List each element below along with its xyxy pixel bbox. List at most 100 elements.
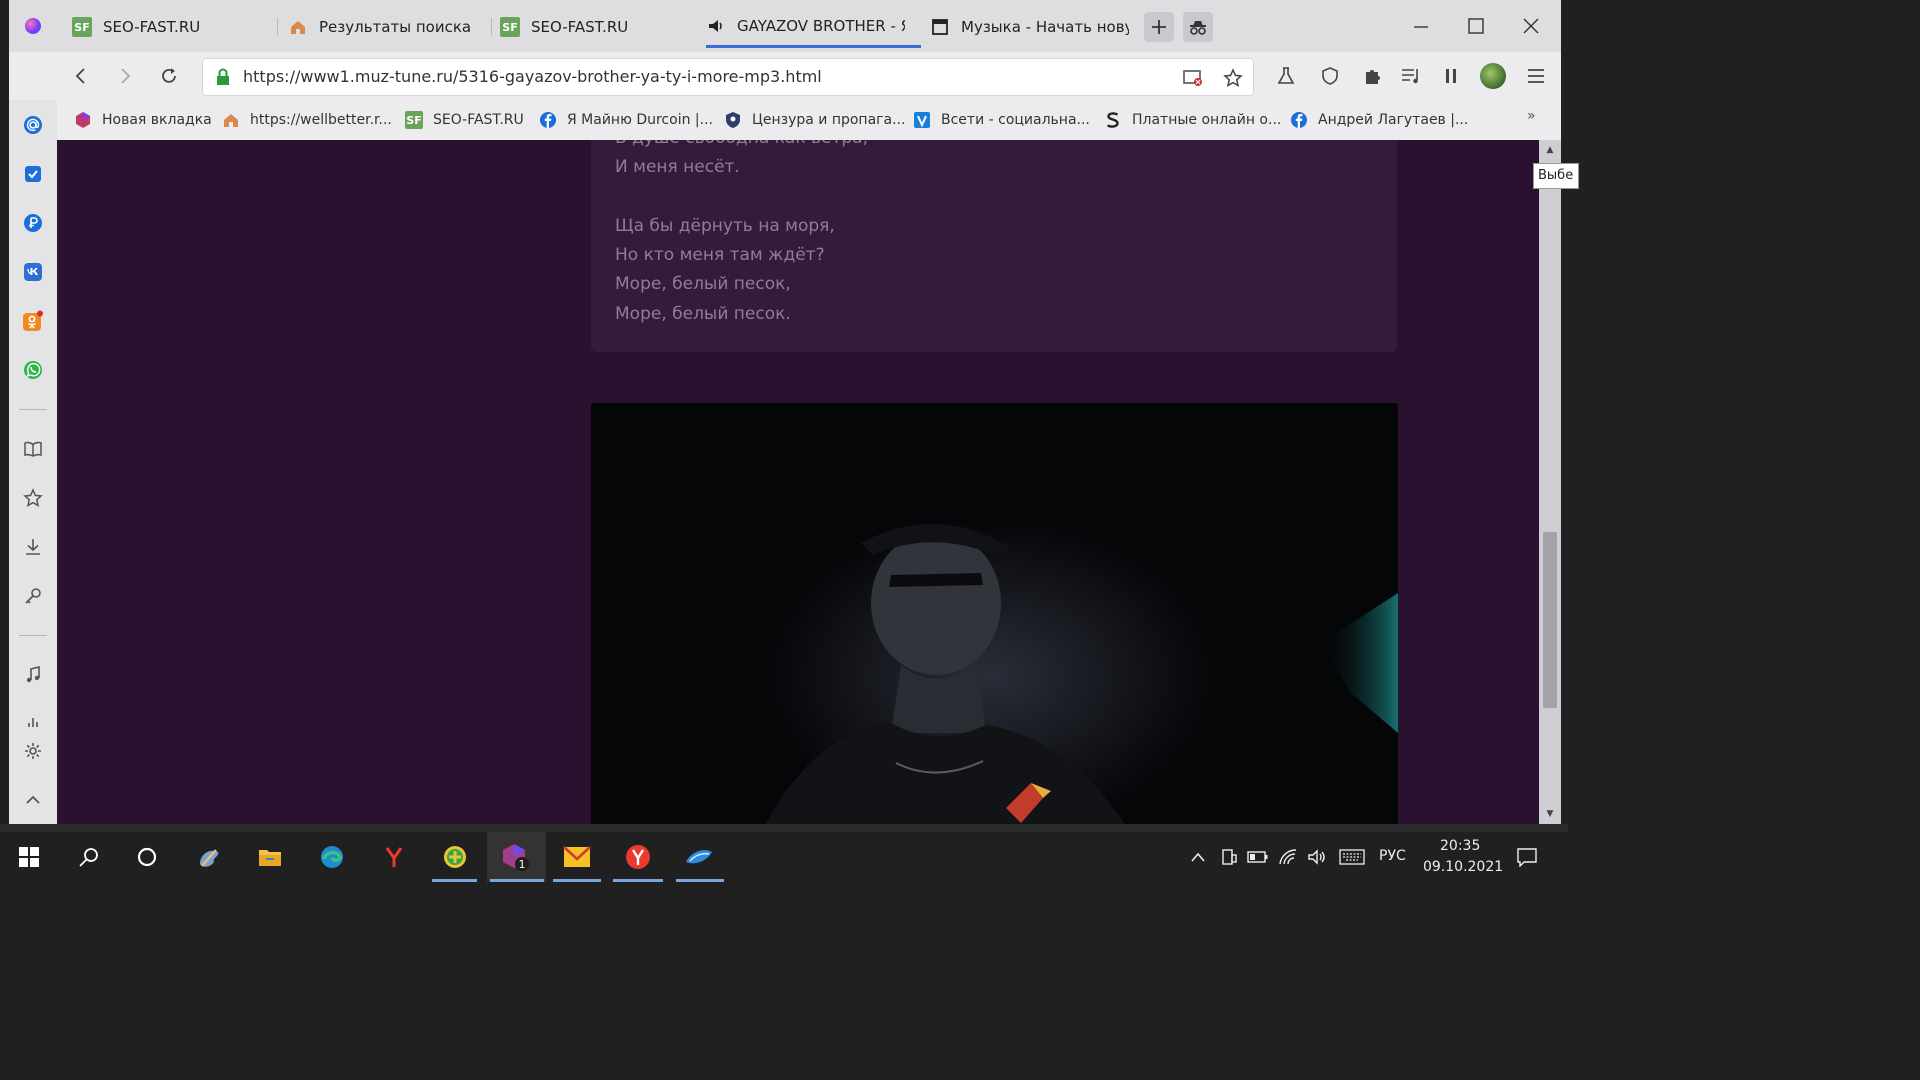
bookmark-label: Новая вкладка [102, 112, 212, 128]
wallet-icon[interactable] [22, 212, 44, 234]
bookmark-item[interactable]: Платные онлайн о... [1104, 106, 1281, 134]
favorites-star-icon[interactable] [22, 487, 44, 509]
page-scrollbar[interactable]: ▲ ▼ [1539, 140, 1561, 824]
tray-device-icon[interactable] [1218, 846, 1240, 868]
url-text[interactable]: https://www1.muz-tune.ru/5316-gayazov-br… [243, 67, 822, 86]
forward-button[interactable] [109, 60, 141, 92]
tab-search-results[interactable]: Результаты поиска [288, 6, 488, 48]
address-bar[interactable]: https://www1.muz-tune.ru/5316-gayazov-br… [202, 58, 1254, 96]
volume-icon[interactable] [1306, 846, 1328, 868]
extensions-puzzle-icon[interactable] [1360, 64, 1384, 88]
running-app-indicator [613, 879, 663, 882]
windows-start-icon[interactable] [14, 842, 44, 872]
browser-logo-icon[interactable] [25, 18, 41, 34]
search-icon[interactable] [74, 842, 104, 872]
keyboard-icon[interactable] [1338, 846, 1366, 868]
yandex-icon[interactable] [623, 842, 653, 872]
reading-book-icon[interactable] [22, 438, 44, 460]
taskbar: 1 РУС 20:35 09.10.2021 [0, 832, 1568, 882]
bookmark-label: Цензура и пропага... [752, 112, 906, 128]
profile-avatar[interactable] [1480, 63, 1506, 89]
bookmark-item[interactable]: SF SEO-FAST.RU [405, 106, 524, 134]
playlist-icon[interactable] [1399, 64, 1423, 88]
tab-separator [491, 18, 492, 36]
shield-icon[interactable] [1318, 64, 1342, 88]
yandex-browser-icon[interactable] [379, 842, 409, 872]
edge-browser-icon[interactable] [317, 842, 347, 872]
bookmark-label: Андрей Лагутаев |... [1318, 112, 1469, 128]
clock-date[interactable]: 09.10.2021 [1423, 859, 1503, 875]
running-app-indicator [432, 879, 477, 882]
bookmark-item[interactable]: https://wellbetter.r... [222, 106, 392, 134]
s-icon [1104, 111, 1122, 129]
bookmark-item[interactable]: Цензура и пропага... [724, 106, 905, 134]
running-app-indicator [676, 879, 724, 882]
paint-palette-icon[interactable] [194, 842, 224, 872]
scroll-up-icon[interactable]: ▲ [1544, 144, 1556, 156]
equalizer-icon[interactable] [22, 710, 44, 732]
browser-window: SF SEO-FAST.RU Результаты поиска SF SEO-… [9, 0, 1561, 824]
tab-seo-fast-2[interactable]: SF SEO-FAST.RU [500, 6, 690, 48]
incognito-button[interactable] [1183, 12, 1213, 42]
new-tab-button[interactable] [1144, 12, 1174, 42]
tasks-check-icon[interactable] [22, 163, 44, 185]
clock-time[interactable]: 20:35 [1440, 838, 1480, 854]
panel-separator [19, 409, 47, 410]
pause-icon[interactable] [1439, 64, 1463, 88]
tab-strip: SF SEO-FAST.RU Результаты поиска SF SEO-… [9, 0, 1561, 52]
menu-icon[interactable] [1524, 64, 1548, 88]
key-icon[interactable] [22, 585, 44, 607]
settings-gear-icon[interactable] [22, 740, 44, 762]
tray-chevron-up-icon[interactable] [1187, 846, 1209, 868]
cortana-icon[interactable] [132, 842, 162, 872]
battery-icon[interactable] [1247, 846, 1269, 868]
gem-browser-icon[interactable]: 1 [501, 842, 531, 872]
bookmark-item[interactable]: Всети - социальна... [913, 106, 1090, 134]
bookmark-item[interactable]: Я Майню Durcoin |... [539, 106, 713, 134]
odnoklassniki-icon[interactable] [22, 310, 44, 332]
scroll-thumb[interactable] [1543, 532, 1557, 708]
bookmark-label: Всети - социальна... [941, 112, 1090, 128]
video-frame-image [591, 403, 1398, 824]
tab-gayazov-brother[interactable]: GAYAZOV BROTHER - Я [706, 6, 921, 48]
mail-envelope-icon[interactable] [562, 842, 592, 872]
tab-label: Музыка - Начать нову [961, 18, 1129, 36]
tab-seo-fast-1[interactable]: SF SEO-FAST.RU [72, 6, 262, 48]
wifi-icon[interactable] [1277, 846, 1299, 868]
input-language[interactable]: РУС [1379, 848, 1406, 864]
collapse-chevron-up-icon[interactable] [22, 789, 44, 811]
v-icon [913, 111, 931, 129]
video-player[interactable] [591, 403, 1398, 824]
bookmarks-more-button[interactable]: » [1527, 108, 1536, 124]
running-app-indicator [553, 879, 601, 882]
close-button[interactable] [1511, 8, 1551, 44]
page-content: В душе свободна как ветра, И меня несёт.… [57, 140, 1539, 824]
scroll-down-icon[interactable]: ▼ [1544, 808, 1556, 820]
back-button[interactable] [65, 60, 97, 92]
cast-block-icon[interactable] [1182, 67, 1204, 89]
green-plus-app-icon[interactable] [440, 842, 470, 872]
music-note-icon[interactable] [22, 664, 44, 686]
bookmark-label: Я Майню Durcoin |... [567, 112, 713, 128]
minimize-button[interactable] [1401, 8, 1441, 44]
lock-icon[interactable] [215, 68, 231, 90]
bookmark-item[interactable]: Андрей Лагутаев |... [1290, 106, 1468, 134]
mail-at-icon[interactable] [22, 114, 44, 136]
sf-icon: SF [405, 111, 423, 129]
bookmark-star-icon[interactable] [1222, 67, 1244, 89]
sf-icon: SF [500, 17, 520, 37]
vk-icon[interactable] [22, 261, 44, 283]
tab-music[interactable]: Музыка - Начать нову [930, 6, 1130, 48]
tv-player-icon[interactable] [684, 842, 714, 872]
bookmark-item[interactable]: Новая вкладка [74, 106, 212, 134]
file-explorer-icon[interactable] [255, 842, 285, 872]
lyric-line: Ща бы дёрнуть на моря, [615, 216, 835, 236]
maximize-button[interactable] [1456, 8, 1496, 44]
lyric-line: И меня несёт. [615, 157, 740, 177]
whatsapp-icon[interactable] [22, 359, 44, 381]
flask-icon[interactable] [1274, 64, 1298, 88]
reload-button[interactable] [153, 60, 185, 92]
download-icon[interactable] [22, 536, 44, 558]
notifications-icon[interactable] [1516, 846, 1538, 868]
navigation-bar: https://www1.muz-tune.ru/5316-gayazov-br… [9, 52, 1561, 100]
